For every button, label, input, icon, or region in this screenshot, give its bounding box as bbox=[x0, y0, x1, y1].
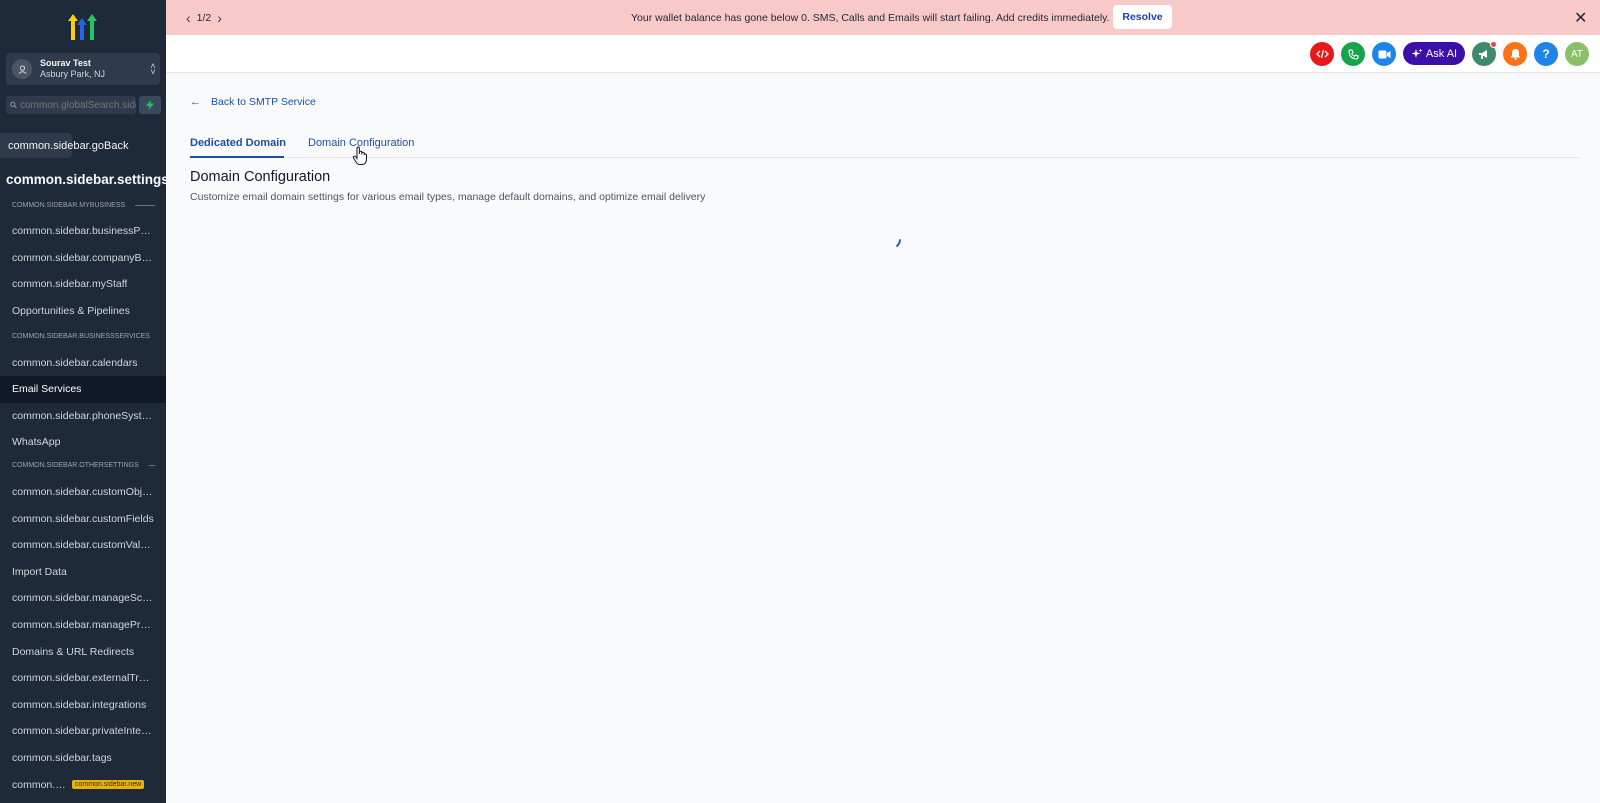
sidebar-item-calendars[interactable]: common.sidebar.calendars bbox=[0, 349, 166, 376]
go-back-button[interactable]: common.sidebar.goBack bbox=[0, 133, 128, 158]
phone-button[interactable] bbox=[1341, 42, 1365, 66]
sidebar-item-private-integrations[interactable]: common.sidebar.privateIntegrations bbox=[0, 718, 166, 745]
banner-pager: ‹ 1/2 › bbox=[180, 10, 228, 26]
main-content: ← Back to SMTP Service Dedicated Domain … bbox=[166, 73, 1600, 803]
app-logo[interactable] bbox=[66, 12, 100, 42]
ask-ai-label: Ask AI bbox=[1425, 47, 1458, 60]
search-icon bbox=[10, 101, 17, 109]
page-title: Domain Configuration bbox=[190, 169, 331, 185]
sidebar-item-labs[interactable]: common.sidebar.labscommon.sidebar.new bbox=[0, 771, 166, 798]
sidebar-item-domains[interactable]: Domains & URL Redirects bbox=[0, 638, 166, 665]
sidebar-item-company-billing[interactable]: common.sidebar.companyBilling bbox=[0, 245, 166, 272]
chevron-updown-icon: ˄ ˅ bbox=[150, 61, 156, 77]
notifications-button[interactable] bbox=[1503, 42, 1527, 66]
sidebar-item-phone-system[interactable]: common.sidebar.phoneSystem bbox=[0, 403, 166, 430]
hand-cursor-icon bbox=[352, 146, 367, 165]
sidebar-item-custom-fields[interactable]: common.sidebar.customFields bbox=[0, 505, 166, 532]
avatar-initials: AT bbox=[1570, 48, 1584, 60]
section-header-mybusiness: COMMON.SIDEBAR.MYBUSINESS bbox=[0, 198, 166, 212]
sidebar-item-manage-preferences[interactable]: common.sidebar.managePreferences bbox=[0, 612, 166, 639]
sidebar-item-manage-scoring[interactable]: common.sidebar.manageScoring bbox=[0, 585, 166, 612]
bell-icon bbox=[1510, 49, 1520, 60]
help-icon: ? bbox=[1542, 47, 1550, 61]
sidebar-item-external-tracking[interactable]: common.sidebar.externalTracking bbox=[0, 665, 166, 692]
new-badge: common.sidebar.new bbox=[72, 780, 145, 790]
section-header-businessservices: COMMON.SIDEBAR.BUSINESSSERVICES bbox=[12, 332, 150, 340]
back-link-label: Back to SMTP Service bbox=[211, 96, 316, 108]
sidebar-item-tags[interactable]: common.sidebar.tags bbox=[0, 745, 166, 772]
sidebar-item-email-services[interactable]: Email Services bbox=[0, 375, 166, 403]
settings-nav: COMMON.SIDEBAR.MYBUSINESS common.sidebar… bbox=[0, 198, 166, 798]
sidebar: Sourav Test Asbury Park, NJ ˄˅ common.si… bbox=[0, 0, 166, 803]
sidebar-item-opportunities[interactable]: Opportunities & Pipelines bbox=[0, 298, 166, 325]
code-button[interactable] bbox=[1310, 42, 1334, 66]
tab-dedicated-domain[interactable]: Dedicated Domain bbox=[190, 137, 286, 149]
sidebar-item-custom-values[interactable]: common.sidebar.customValues bbox=[0, 532, 166, 559]
announcements-button[interactable] bbox=[1472, 41, 1497, 66]
arrow-left-icon: ← bbox=[190, 96, 201, 108]
banner-message: Your wallet balance has gone below 0. SM… bbox=[631, 11, 1110, 24]
notification-dot bbox=[1490, 41, 1497, 48]
back-to-smtp-link[interactable]: ← Back to SMTP Service bbox=[190, 96, 316, 108]
close-icon[interactable]: ✕ bbox=[1574, 8, 1587, 28]
global-search[interactable] bbox=[6, 96, 136, 114]
sparkle-icon bbox=[1411, 48, 1423, 58]
sidebar-item-integrations[interactable]: common.sidebar.integrations bbox=[0, 692, 166, 719]
help-button[interactable]: ? bbox=[1534, 42, 1558, 66]
top-header: Ask AI ? AT bbox=[166, 35, 1600, 73]
chevron-left-icon[interactable]: ‹ bbox=[180, 10, 197, 26]
location-switcher[interactable]: Sourav Test Asbury Park, NJ ˄ ˅ bbox=[6, 53, 160, 85]
wallet-warning-banner: ‹ 1/2 › Your wallet balance has gone bel… bbox=[166, 0, 1600, 35]
sidebar-item-my-staff[interactable]: common.sidebar.myStaff bbox=[0, 271, 166, 298]
location-city: Asbury Park, NJ bbox=[40, 69, 106, 79]
video-icon bbox=[1378, 50, 1390, 58]
section-header-othersettings: COMMON.SIDEBAR.OTHERSETTINGS bbox=[0, 459, 166, 473]
go-back-label: common.sidebar.goBack bbox=[8, 139, 129, 152]
sidebar-item-business-profile[interactable]: common.sidebar.businessProfile bbox=[0, 218, 166, 245]
ask-ai-button[interactable]: Ask AI bbox=[1403, 42, 1465, 65]
megaphone-icon bbox=[1479, 49, 1487, 59]
phone-icon bbox=[1347, 48, 1359, 60]
page-description: Customize email domain settings for vari… bbox=[190, 191, 706, 203]
user-avatar[interactable]: AT bbox=[1565, 42, 1589, 66]
lightning-icon bbox=[146, 100, 154, 110]
sidebar-item-custom-objects[interactable]: common.sidebar.customObjects bbox=[0, 479, 166, 506]
sidebar-item-import-data[interactable]: Import Data bbox=[0, 559, 166, 586]
video-button[interactable] bbox=[1372, 42, 1396, 66]
location-name: Sourav Test bbox=[40, 58, 91, 68]
resolve-button[interactable]: Resolve bbox=[1113, 5, 1172, 29]
code-icon bbox=[1315, 49, 1329, 59]
loading-spinner bbox=[896, 239, 901, 247]
settings-title: common.sidebar.settings bbox=[6, 172, 166, 187]
chevron-right-icon[interactable]: › bbox=[211, 10, 228, 26]
pager-count: 1/2 bbox=[196, 11, 212, 24]
sidebar-item-whatsapp[interactable]: WhatsApp bbox=[0, 429, 166, 456]
active-tab-indicator bbox=[190, 156, 284, 158]
search-input[interactable] bbox=[20, 99, 136, 111]
quick-action-button[interactable] bbox=[139, 96, 161, 114]
domain-tabs: Dedicated Domain Domain Configuration bbox=[190, 131, 1580, 158]
location-icon bbox=[12, 59, 32, 79]
